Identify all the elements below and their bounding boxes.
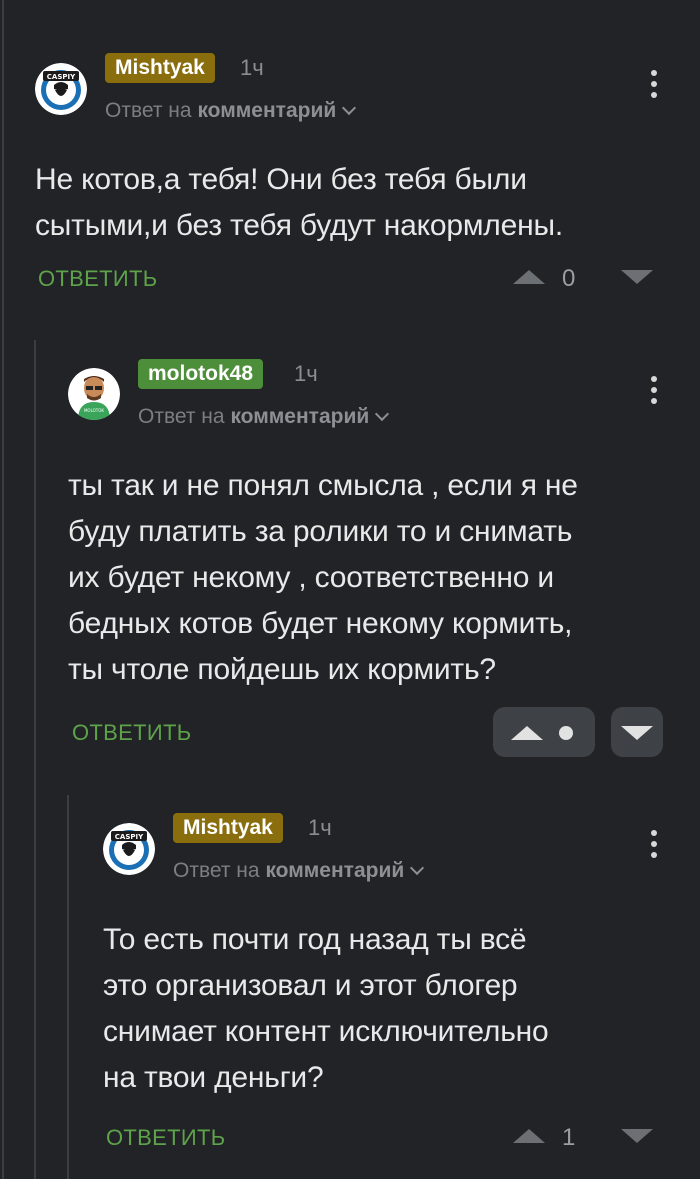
caspiy-logo-icon: CASPIY xyxy=(35,63,87,115)
thread-line-level-0 xyxy=(2,0,4,1179)
chevron-down-icon xyxy=(410,860,425,876)
reply-button[interactable]: ОТВЕТИТЬ xyxy=(72,720,191,746)
svg-text:MOLOTOK: MOLOTOK xyxy=(84,408,104,413)
reply-to-target: комментарий xyxy=(197,99,337,122)
comment-time: 1ч xyxy=(240,55,264,80)
comment-score: 0 xyxy=(562,265,576,292)
author-name[interactable]: Mishtyak xyxy=(105,53,215,83)
comment-time: 1ч xyxy=(294,361,318,386)
avatar[interactable]: CASPIY xyxy=(35,63,87,115)
upvote-icon xyxy=(511,726,543,740)
avatar[interactable]: MOLOTOK xyxy=(68,368,120,420)
svg-text:CASPIY: CASPIY xyxy=(47,73,76,81)
reply-to-link[interactable]: Ответ на комментарий xyxy=(173,857,425,885)
more-options-icon[interactable] xyxy=(649,376,659,409)
reply-to-target: комментарий xyxy=(265,859,405,882)
reply-to-prefix: Ответ на xyxy=(138,405,225,428)
reply-to-prefix: Ответ на xyxy=(105,99,192,122)
svg-text:CASPIY: CASPIY xyxy=(115,833,144,841)
downvote-icon[interactable] xyxy=(621,1129,653,1143)
upvote-icon[interactable] xyxy=(513,270,545,284)
chevron-down-icon xyxy=(342,100,357,116)
comment-text: Не котов,а тебя! Они без тебя были сытым… xyxy=(35,163,563,242)
downvote-button[interactable] xyxy=(611,707,663,757)
reply-to-prefix: Ответ на xyxy=(173,859,260,882)
comment-time: 1ч xyxy=(308,815,332,840)
cartoon-man-avatar-icon: MOLOTOK xyxy=(68,368,120,420)
comment-text: ты так и не понял смысла , если я не буд… xyxy=(68,469,578,686)
thread-line-level-1 xyxy=(34,340,36,1179)
reply-button[interactable]: ОТВЕТИТЬ xyxy=(106,1125,225,1151)
author-name[interactable]: Mishtyak xyxy=(173,813,283,843)
upvote-icon[interactable] xyxy=(513,1129,545,1143)
reply-to-target: комментарий xyxy=(230,405,370,428)
author-name[interactable]: molotok48 xyxy=(138,359,264,389)
thread-line-level-2 xyxy=(67,795,69,1179)
comment-score: 1 xyxy=(562,1124,576,1151)
score-dot xyxy=(559,726,573,740)
chevron-down-icon xyxy=(375,406,390,422)
reply-to-link[interactable]: Ответ на комментарий xyxy=(138,403,390,431)
more-options-icon[interactable] xyxy=(649,70,659,103)
downvote-icon[interactable] xyxy=(621,270,653,284)
downvote-icon xyxy=(621,726,653,740)
avatar[interactable]: CASPIY xyxy=(103,823,155,875)
comment-text: То есть почти год назад ты всё это орган… xyxy=(103,923,549,1094)
reply-to-link[interactable]: Ответ на комментарий xyxy=(105,97,357,125)
upvote-button[interactable] xyxy=(493,707,595,757)
more-options-icon[interactable] xyxy=(649,830,659,863)
caspiy-logo-icon: CASPIY xyxy=(103,823,155,875)
reply-button[interactable]: ОТВЕТИТЬ xyxy=(38,266,157,292)
